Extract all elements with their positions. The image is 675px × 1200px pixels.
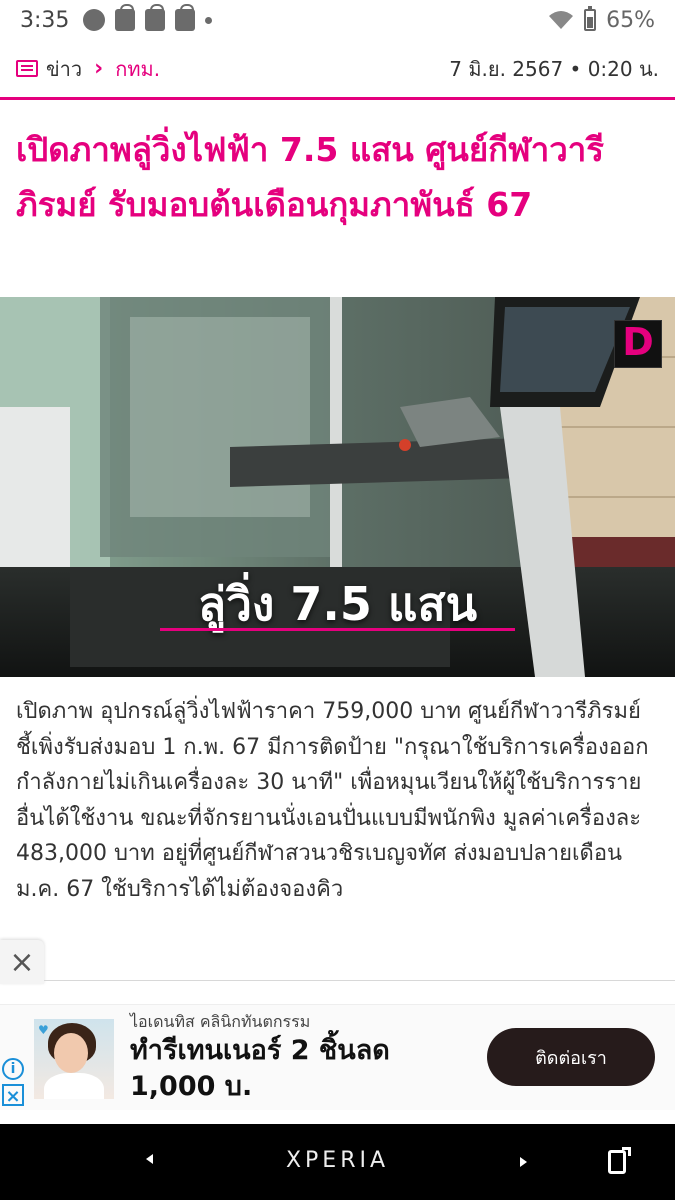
- ad-info-icon[interactable]: i: [2, 1058, 24, 1080]
- ad-advertiser[interactable]: ไอเดนทิส คลินิกทันตกรรม: [130, 1010, 310, 1035]
- system-nav-bar: XPERIA: [0, 1124, 675, 1200]
- article-body: เปิดภาพ อุปกรณ์ลู่วิ่งไฟฟ้าราคา 759,000 …: [16, 699, 649, 902]
- forward-arrow-icon[interactable]: [520, 1157, 527, 1167]
- dailynews-logo: D: [614, 320, 662, 368]
- rotate-screen-icon[interactable]: [608, 1147, 631, 1174]
- notification-icons: [83, 4, 213, 31]
- caption-underline: [160, 628, 515, 631]
- ad-dismiss-icon[interactable]: ×: [2, 1084, 24, 1107]
- tooth-icon: ♥: [38, 1023, 49, 1037]
- ad-divider: [44, 980, 675, 981]
- shopping-bag-icon: [175, 4, 196, 31]
- status-right: 65%: [548, 6, 655, 33]
- close-icon: ×: [9, 944, 35, 980]
- status-bar: 3:35 65%: [0, 0, 675, 40]
- chevron-right-icon: ›: [94, 56, 104, 81]
- sf-icon: [145, 4, 166, 31]
- ad-contact-button[interactable]: ติดต่อเรา: [487, 1028, 655, 1086]
- shopping-bag-icon: [115, 4, 136, 31]
- ad-person-face: [54, 1033, 88, 1073]
- ad-person-body: [44, 1073, 104, 1099]
- ad-thumbnail[interactable]: ♥: [34, 1019, 114, 1099]
- battery-percent: 65%: [606, 7, 655, 33]
- wifi-icon: [549, 11, 574, 29]
- ad-close-button[interactable]: ×: [0, 940, 44, 984]
- dot-icon: [205, 16, 213, 24]
- breadcrumb-category-link[interactable]: กทม.: [115, 53, 160, 85]
- status-time: 3:35: [20, 7, 70, 33]
- ad-title[interactable]: ทำรีเทนเนอร์ 2 ชิ้นลด 1,000 บ.: [130, 1033, 460, 1105]
- breadcrumb: ข่าว › กทม. 7 มิ.ย. 2567 • 0:20 น.: [0, 40, 675, 100]
- xperia-brand: XPERIA: [285, 1148, 390, 1173]
- article-date: 7 มิ.ย. 2567 • 0:20 น.: [449, 56, 659, 81]
- news-icon: [16, 60, 38, 77]
- battery-icon: [584, 6, 597, 31]
- breadcrumb-news-link[interactable]: ข่าว: [46, 53, 82, 85]
- messenger-icon: [83, 9, 106, 31]
- article-headline: เปิดภาพลู่วิ่งไฟฟ้า 7.5 แสน ศูนย์กีฬาวาร…: [16, 130, 605, 224]
